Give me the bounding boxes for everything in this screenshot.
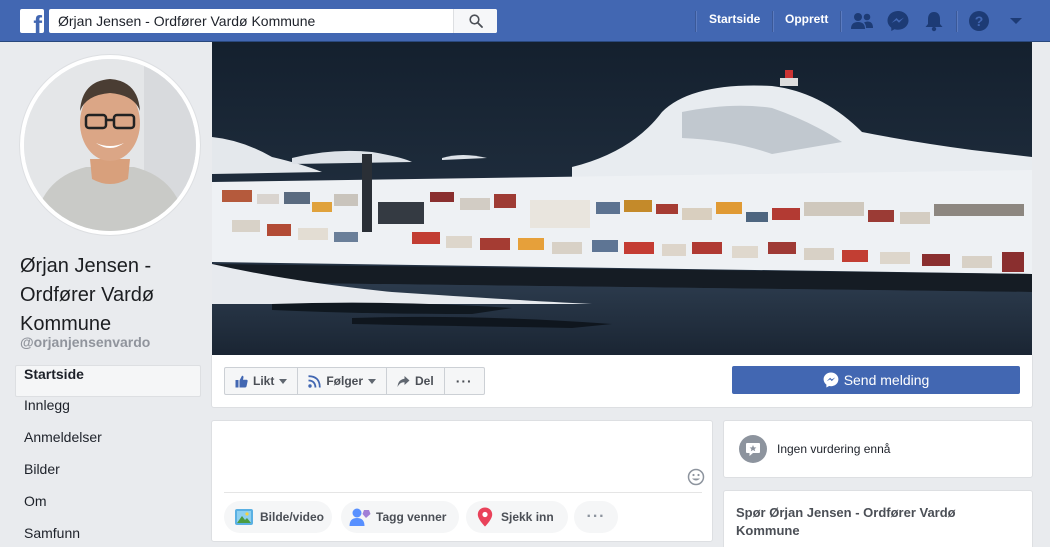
chevron-down-icon [279, 378, 288, 384]
sidebar-navigation: Startside Innlegg Anmeldelser Bilder Om … [15, 365, 201, 547]
no-reviews-text: Ingen vurdering ennå [777, 442, 891, 456]
top-navigation-bar: f Startside Opprett [0, 0, 1050, 42]
nav-home-link[interactable]: Startside [709, 12, 760, 26]
share-label: Del [415, 374, 434, 388]
thumbs-up-icon [235, 375, 248, 387]
sidebar-item-om[interactable]: Om [15, 493, 201, 525]
nav-divider [772, 11, 773, 32]
svg-text:?: ? [975, 13, 984, 29]
emoji-icon[interactable] [687, 468, 705, 486]
ask-card: Spør Ørjan Jensen - Ordfører Vardø Kommu… [723, 490, 1033, 547]
location-pin-icon [477, 507, 493, 527]
photo-icon [235, 509, 253, 525]
sidebar-item-innlegg[interactable]: Innlegg [15, 397, 201, 429]
account-menu-caret-icon[interactable] [1004, 10, 1028, 32]
composer-more-button[interactable]: ··· [574, 501, 618, 533]
more-actions-button[interactable]: ··· [443, 367, 485, 395]
post-composer: Bilde/video Tagg venner Sjekk inn ··· [211, 420, 713, 542]
sidebar-item-startside[interactable]: Startside [15, 365, 201, 397]
page-actions-bar: Likt Følger Del ··· Send melding [211, 355, 1033, 408]
review-icon [739, 435, 767, 463]
sidebar-item-bilder[interactable]: Bilder [15, 461, 201, 493]
search-box [49, 9, 497, 33]
notifications-icon[interactable] [922, 10, 946, 32]
like-button[interactable]: Likt [224, 367, 299, 395]
tag-friends-label: Tagg venner [376, 510, 447, 524]
nav-divider [956, 11, 957, 32]
page-action-buttons: Likt Følger Del ··· [224, 367, 485, 395]
like-label: Likt [253, 374, 275, 388]
tag-friends-button[interactable]: Tagg venner [341, 501, 459, 533]
more-icon: ··· [586, 508, 606, 525]
reviews-card: Ingen vurdering ennå [723, 420, 1033, 478]
cover-photo[interactable] [212, 42, 1032, 355]
photo-video-button[interactable]: Bilde/video [224, 501, 332, 533]
sidebar-item-samfunn[interactable]: Samfunn [15, 525, 201, 547]
nav-divider [695, 11, 696, 32]
avatar [24, 59, 196, 231]
logo-letter: f [33, 10, 42, 33]
follow-label: Følger [326, 374, 364, 388]
messenger-icon [823, 372, 839, 388]
follow-button[interactable]: Følger [297, 367, 388, 395]
composer-divider [224, 492, 702, 493]
search-icon [469, 14, 483, 28]
page-title: Ørjan Jensen - Ordfører Vardø Kommune [20, 255, 155, 335]
more-icon: ··· [455, 373, 473, 389]
chevron-down-icon [368, 378, 377, 384]
page-handle[interactable]: @orjanjensenvardo [20, 334, 150, 350]
search-input[interactable] [49, 9, 453, 33]
friends-icon[interactable] [850, 10, 874, 32]
profile-picture[interactable] [20, 55, 200, 235]
tag-friends-icon [349, 508, 371, 526]
send-message-label: Send melding [843, 372, 930, 388]
sidebar-item-anmeldelser[interactable]: Anmeldelser [15, 429, 201, 461]
check-in-label: Sjekk inn [501, 510, 554, 524]
facebook-logo-icon[interactable]: f [20, 9, 44, 33]
help-icon[interactable]: ? [967, 10, 991, 32]
nav-create-link[interactable]: Opprett [785, 12, 828, 26]
photo-video-label: Bilde/video [260, 510, 325, 524]
send-message-button[interactable]: Send melding [732, 366, 1020, 394]
share-button[interactable]: Del [386, 367, 445, 395]
rss-follow-icon [308, 374, 322, 388]
ask-card-title[interactable]: Spør Ørjan Jensen - Ordfører Vardø Kommu… [736, 504, 1016, 540]
check-in-button[interactable]: Sjekk inn [466, 501, 568, 533]
post-text-input[interactable] [224, 431, 689, 487]
nav-divider [840, 11, 841, 32]
share-arrow-icon [397, 375, 410, 387]
messenger-icon[interactable] [886, 10, 910, 32]
search-button[interactable] [453, 9, 497, 33]
